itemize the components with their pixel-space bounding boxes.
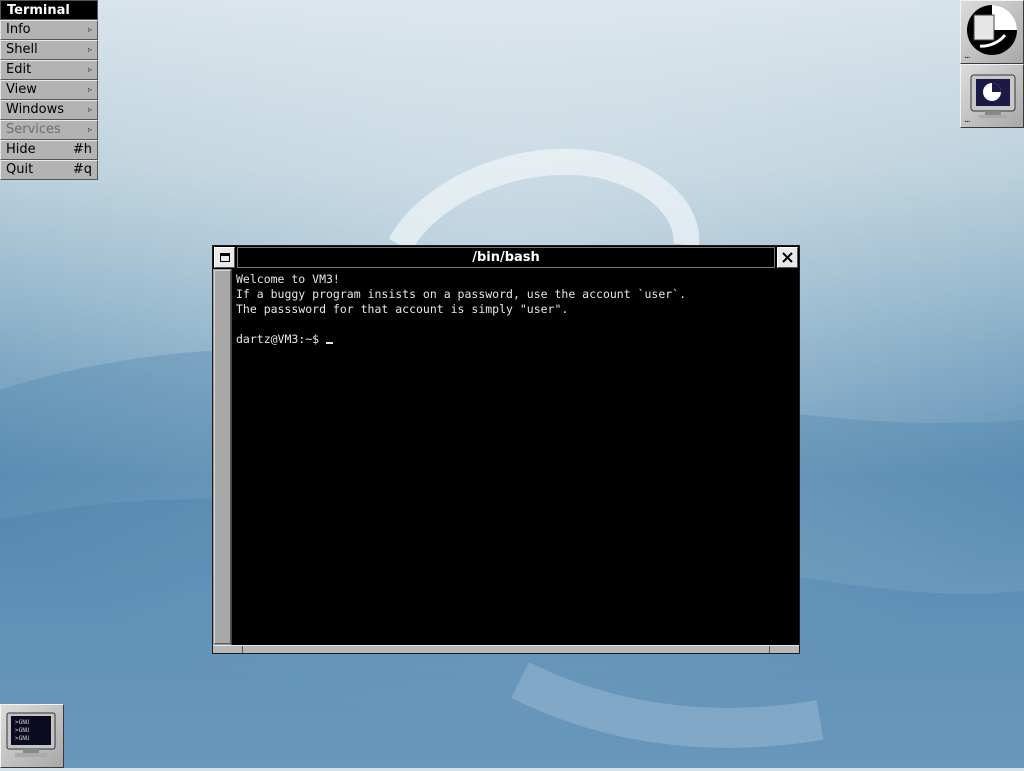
resize-grip-left[interactable] <box>242 646 243 653</box>
menu-item-label: Services <box>6 122 61 137</box>
menu-item-info[interactable]: Info ▹ <box>0 20 98 40</box>
menu-item-windows[interactable]: Windows ▹ <box>0 100 98 120</box>
close-button[interactable] <box>777 247 798 268</box>
dock-dots: ... <box>964 51 971 61</box>
window-titlebar[interactable]: /bin/bash <box>213 246 799 270</box>
menu-item-shell[interactable]: Shell ▹ <box>0 40 98 60</box>
shell-prompt: dartz@VM3:~$ <box>236 332 327 346</box>
appicon-text: >GNU <box>15 735 30 742</box>
submenu-arrow-icon: ▹ <box>87 85 92 94</box>
resize-bar[interactable] <box>213 645 799 653</box>
app-menu: Terminal Info ▹ Shell ▹ Edit ▹ View ▹ Window… <box>0 0 98 180</box>
menu-item-hide[interactable]: Hide #h <box>0 140 98 160</box>
window-title[interactable]: /bin/bash <box>237 247 775 268</box>
appicon-text: >GNU <box>15 727 30 734</box>
menu-item-label: Windows <box>6 102 65 117</box>
dock-dots: ... <box>964 115 971 125</box>
menu-item-label: Hide <box>6 142 36 157</box>
menu-item-services: Services ▹ <box>0 120 98 140</box>
miniaturize-button[interactable] <box>214 247 235 268</box>
terminal-window: /bin/bash Welcome to VM3! If a buggy prog… <box>212 245 800 654</box>
terminal-prompt-line: dartz@VM3:~$ <box>236 332 799 347</box>
menu-item-label: Quit <box>6 162 34 177</box>
submenu-arrow-icon: ▹ <box>87 25 92 34</box>
submenu-arrow-icon: ▹ <box>87 125 92 134</box>
close-icon <box>782 252 793 263</box>
submenu-arrow-icon: ▹ <box>87 45 92 54</box>
terminal-app-icon <box>970 74 1016 118</box>
menu-item-quit[interactable]: Quit #q <box>0 160 98 180</box>
shortcut-label: #h <box>72 142 92 157</box>
terminal-line: Welcome to VM3! <box>236 272 340 286</box>
gnu-terminal-icon: >GNU >GNU >GNU <box>6 712 56 757</box>
vertical-scrollbar[interactable] <box>213 269 232 645</box>
scrollbar-knob[interactable] <box>214 270 231 644</box>
menu-item-label: Info <box>6 22 31 37</box>
gnu-terminal-appicon[interactable]: >GNU >GNU >GNU <box>0 704 64 768</box>
appicon-text: >GNU <box>15 719 30 726</box>
menu-item-label: Shell <box>6 42 38 57</box>
dock-workspace-tile[interactable]: ... <box>960 0 1024 64</box>
app-menu-title[interactable]: Terminal <box>0 0 98 20</box>
text-cursor <box>326 332 334 344</box>
workspace-manager-icon <box>967 5 1017 55</box>
terminal-line: If a buggy program insists on a password… <box>236 287 687 301</box>
resize-grip-right[interactable] <box>769 646 770 653</box>
shortcut-label: #q <box>72 162 92 177</box>
miniaturize-icon <box>219 253 230 262</box>
submenu-arrow-icon: ▹ <box>87 65 92 74</box>
terminal-output[interactable]: Welcome to VM3! If a buggy program insist… <box>233 269 799 645</box>
submenu-arrow-icon: ▹ <box>87 105 92 114</box>
menu-item-view[interactable]: View ▹ <box>0 80 98 100</box>
dock-terminal-tile[interactable]: ... <box>960 64 1024 128</box>
menu-item-label: View <box>6 82 37 97</box>
menu-item-label: Edit <box>6 62 32 77</box>
terminal-line: The passsword for that account is simply… <box>236 302 569 316</box>
menu-item-edit[interactable]: Edit ▹ <box>0 60 98 80</box>
